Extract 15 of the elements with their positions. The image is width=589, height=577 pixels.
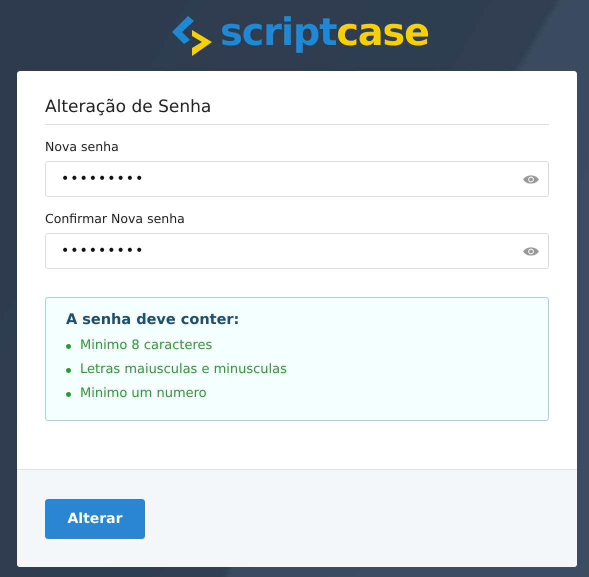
eye-icon[interactable] xyxy=(523,174,539,184)
requirements-title: A senha deve conter: xyxy=(66,312,240,328)
submit-button[interactable]: Alterar xyxy=(45,499,145,539)
password-field[interactable]: ••••••••• xyxy=(45,233,549,269)
logo-icon xyxy=(170,14,214,58)
logo-text-primary: script xyxy=(220,12,336,50)
field-label: Nova senha xyxy=(45,139,120,154)
eye-icon[interactable] xyxy=(523,246,539,256)
requirement-item: Letras maiusculas e minusculas xyxy=(80,361,287,379)
form-title: Alteração de Senha xyxy=(45,97,212,117)
field-label: Confirmar Nova senha xyxy=(45,211,186,226)
logo-text-secondary: case xyxy=(336,12,429,50)
requirement-item: Minimo 8 caracteres xyxy=(80,337,212,355)
password-field[interactable]: ••••••••• xyxy=(45,161,549,197)
requirement-item: Minimo um numero xyxy=(80,385,207,403)
